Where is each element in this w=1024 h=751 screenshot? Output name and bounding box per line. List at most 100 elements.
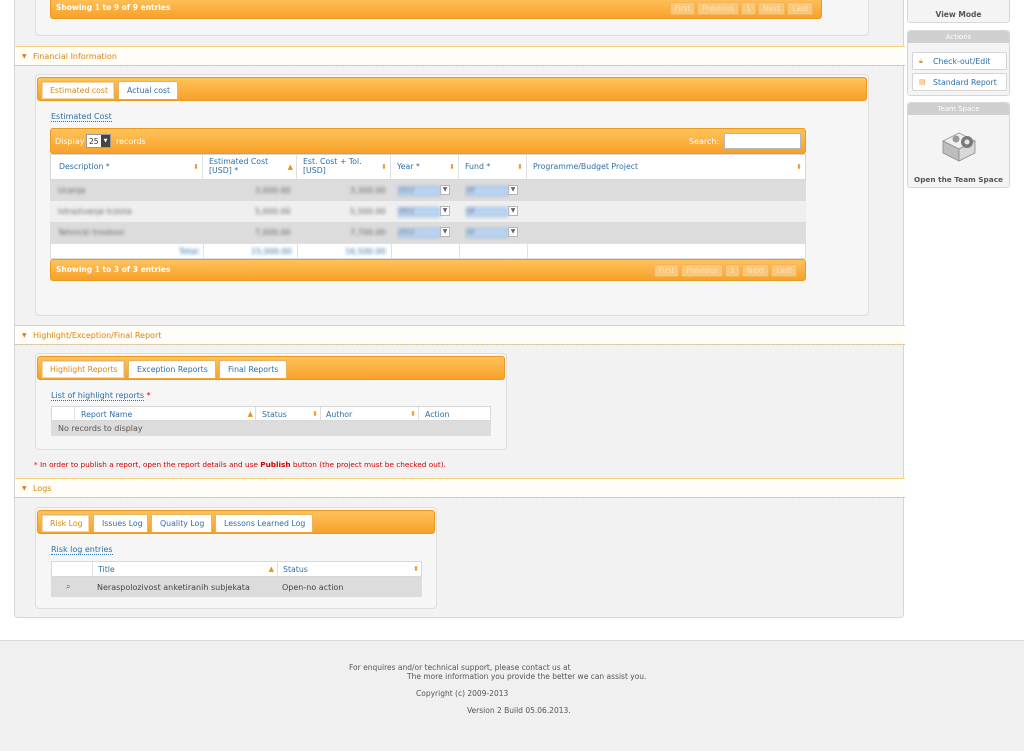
collapse-triangle-icon[interactable]: ▼ bbox=[22, 485, 27, 492]
view-mode-box: View Mode bbox=[907, 0, 1010, 23]
fund-select[interactable]: GF ▼ bbox=[466, 206, 518, 217]
pager-last[interactable]: Last bbox=[771, 264, 797, 277]
row-description: Ucenje bbox=[58, 186, 86, 195]
pager-previous[interactable]: Previous bbox=[697, 2, 740, 15]
magnifier-icon[interactable]: ⌕ bbox=[66, 582, 70, 592]
pager-page-1[interactable]: 1 bbox=[725, 264, 740, 277]
collapse-triangle-icon[interactable]: ▼ bbox=[22, 332, 27, 339]
highlight-reports-link[interactable]: List of highlight reports bbox=[51, 391, 145, 401]
sort-icon: ⬍ bbox=[517, 163, 523, 171]
standard-report-button[interactable]: ▤ Standard Report bbox=[912, 73, 1007, 91]
reports-tabbar: Highlight Reports Exception Reports Fina… bbox=[37, 356, 505, 380]
tab-highlight-reports[interactable]: Highlight Reports bbox=[41, 360, 125, 378]
sort-asc-icon: ▲ bbox=[247, 410, 253, 418]
fund-select[interactable]: GF ▼ bbox=[466, 185, 518, 196]
logs-panel: Risk Log Issues Log Quality Log Lessons … bbox=[35, 507, 437, 609]
financial-tabbar: Estimated cost Actual cost bbox=[37, 77, 867, 101]
chevron-down-icon: ▼ bbox=[508, 206, 518, 216]
pager-first[interactable]: First bbox=[653, 264, 680, 277]
sort-icon: ⬍ bbox=[312, 410, 318, 418]
empty-row: No records to display bbox=[51, 421, 491, 436]
estimated-cost-pager: First Previous 1 Next Last bbox=[653, 264, 797, 277]
chevron-down-icon: ▼ bbox=[508, 227, 518, 237]
sort-icon: ⬍ bbox=[449, 163, 455, 171]
col-year[interactable]: Year * ⬍ bbox=[391, 155, 459, 179]
page-footer: For enquires and/or technical support, p… bbox=[0, 640, 1024, 751]
total-row: Total: 15,000.00 16,500.00 bbox=[50, 243, 806, 259]
col-report-name[interactable]: Report Name ▲ bbox=[81, 410, 253, 419]
reports-section-header[interactable]: ▼ Highlight/Exception/Final Report bbox=[15, 325, 905, 345]
pager-first[interactable]: First bbox=[669, 2, 696, 15]
year-select[interactable]: 2012 ▼ bbox=[398, 185, 450, 196]
total-label: Total: bbox=[179, 247, 201, 256]
tab-exception-reports[interactable]: Exception Reports bbox=[128, 360, 216, 378]
pager-next[interactable]: Next bbox=[741, 264, 770, 277]
col-status[interactable]: Status ⬍ bbox=[262, 410, 318, 419]
open-team-space-link[interactable]: Open the Team Space bbox=[908, 175, 1009, 184]
tab-final-reports[interactable]: Final Reports bbox=[219, 360, 287, 378]
reports-section-title: Highlight/Exception/Final Report bbox=[33, 331, 162, 340]
col-status[interactable]: Status ⬍ bbox=[283, 565, 419, 574]
estimated-cost-showing: Showing 1 to 3 of 3 entries bbox=[56, 265, 171, 274]
total-est: 15,000.00 bbox=[251, 247, 292, 256]
financial-section-title: Financial Information bbox=[33, 52, 117, 61]
search-input[interactable] bbox=[724, 133, 801, 149]
table-row[interactable]: ⌕ Neraspolozivost anketiranih subjekata … bbox=[51, 577, 422, 597]
col-action: Action bbox=[425, 410, 450, 419]
col-fund[interactable]: Fund * ⬍ bbox=[459, 155, 527, 179]
display-select-value: 25 bbox=[89, 137, 99, 146]
chevron-down-icon: ▼ bbox=[508, 185, 518, 195]
logs-section-header[interactable]: ▼ Logs bbox=[15, 478, 905, 498]
tab-lessons-learned-log[interactable]: Lessons Learned Log bbox=[215, 514, 313, 532]
sort-icon: ⬍ bbox=[381, 163, 387, 171]
top-table-footer: Showing 1 to 9 of 9 entries First Previo… bbox=[50, 0, 822, 19]
fund-select[interactable]: GF ▼ bbox=[466, 227, 518, 238]
estimated-cost-footer: Showing 1 to 3 of 3 entries First Previo… bbox=[50, 259, 806, 281]
document-icon: ▤ bbox=[919, 78, 926, 86]
checkout-edit-button[interactable]: 🔒︎ Check-out/Edit bbox=[912, 52, 1007, 70]
tab-quality-log[interactable]: Quality Log bbox=[151, 514, 212, 532]
table-row[interactable]: Istrazivanje trzista 5,000.00 5,500.00 2… bbox=[50, 201, 806, 222]
reports-panel: Highlight Reports Exception Reports Fina… bbox=[35, 353, 507, 450]
year-select[interactable]: 2012 ▼ bbox=[398, 227, 450, 238]
top-table-panel: Showing 1 to 9 of 9 entries First Previo… bbox=[35, 0, 869, 36]
pager-previous[interactable]: Previous bbox=[681, 264, 724, 277]
col-description[interactable]: Description * ⬍ bbox=[51, 155, 203, 179]
chevron-down-icon: ▼ bbox=[101, 135, 110, 147]
sort-icon: ⬍ bbox=[193, 163, 199, 171]
chevron-down-icon: ▼ bbox=[440, 227, 450, 237]
main-panel: Showing 1 to 9 of 9 entries First Previo… bbox=[14, 0, 905, 618]
logs-tabbar: Risk Log Issues Log Quality Log Lessons … bbox=[37, 510, 435, 534]
display-select[interactable]: 25 ▼ bbox=[86, 134, 111, 148]
pager-next[interactable]: Next bbox=[757, 2, 786, 15]
year-select[interactable]: 2012 ▼ bbox=[398, 206, 450, 217]
no-records-text: No records to display bbox=[58, 424, 143, 433]
col-author[interactable]: Author ⬍ bbox=[326, 410, 416, 419]
tab-risk-log[interactable]: Risk Log bbox=[41, 514, 90, 532]
row-est-tol: 3,300.00 bbox=[350, 186, 386, 195]
team-space-icon[interactable] bbox=[939, 127, 979, 165]
total-tol: 16,500.00 bbox=[345, 247, 386, 256]
search-label: Search: bbox=[689, 137, 720, 146]
tab-actual-cost[interactable]: Actual cost bbox=[118, 81, 178, 99]
table-row[interactable]: Tehnicki troskovi 7,000.00 7,700.00 2012… bbox=[50, 222, 806, 243]
pager-page-1[interactable]: 1 bbox=[741, 2, 756, 15]
estimated-cost-toolbar: Display 25 ▼ records Search: bbox=[50, 128, 806, 154]
footer-support-line: For enquires and/or technical support, p… bbox=[349, 663, 571, 672]
estimated-cost-link[interactable]: Estimated Cost bbox=[51, 112, 112, 122]
risk-log-entries-link[interactable]: Risk log entries bbox=[51, 545, 113, 555]
col-programme[interactable]: Programme/Budget Project ⬍ bbox=[527, 155, 805, 179]
collapse-triangle-icon[interactable]: ▼ bbox=[22, 53, 27, 60]
col-title[interactable]: Title ▲ bbox=[98, 565, 274, 574]
pager-last[interactable]: Last bbox=[787, 2, 813, 15]
col-est-cost-tol[interactable]: Est. Cost + Tol. [USD] ⬍ bbox=[297, 155, 391, 179]
highlight-reports-heading: List of highlight reports * bbox=[51, 391, 151, 401]
tab-issues-log[interactable]: Issues Log bbox=[93, 514, 148, 532]
col-estimated-cost[interactable]: Estimated Cost [USD] * ▲ bbox=[203, 155, 297, 179]
estimated-cost-header: Description * ⬍ Estimated Cost [USD] * ▲ E… bbox=[50, 154, 806, 180]
table-row[interactable]: Ucenje 3,000.00 3,300.00 2012 ▼ GF ▼ bbox=[50, 180, 806, 201]
tab-estimated-cost[interactable]: Estimated cost bbox=[41, 81, 115, 99]
financial-section-header[interactable]: ▼ Financial Information bbox=[15, 46, 905, 66]
footer-info-line: The more information you provide the bet… bbox=[407, 672, 647, 681]
records-label: records bbox=[116, 137, 146, 146]
